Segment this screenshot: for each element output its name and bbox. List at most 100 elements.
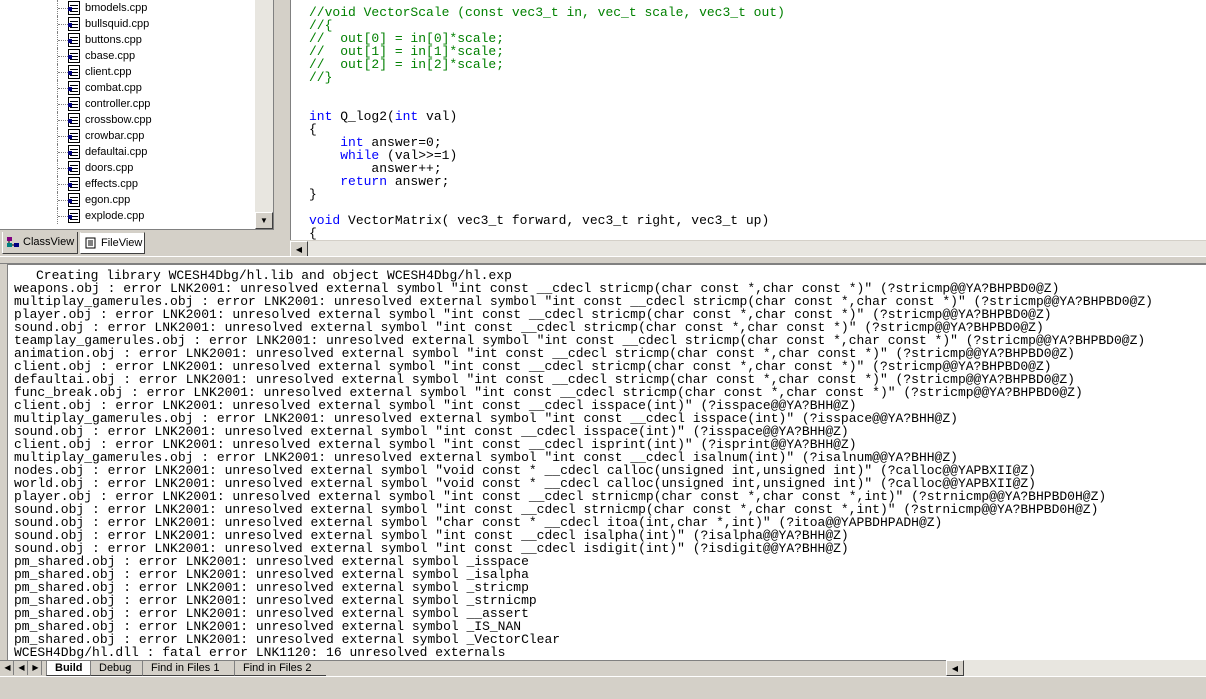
tree-line xyxy=(58,88,68,89)
code-line: { xyxy=(309,227,785,240)
file-name: crossbow.cpp xyxy=(85,114,152,126)
cpp-file-icon xyxy=(68,161,80,175)
file-name: combat.cpp xyxy=(85,82,142,94)
code-line: // out[2] = in[2]*scale; xyxy=(309,58,785,71)
cpp-file-icon xyxy=(68,17,80,31)
output-scroll-left-icon[interactable]: ◀ xyxy=(946,660,964,676)
output-horizontal-scrollbar[interactable]: ◀ xyxy=(946,660,1206,676)
status-bar xyxy=(0,676,1206,699)
code-token: val) xyxy=(418,109,458,124)
file-name: effects.cpp xyxy=(85,178,138,190)
file-tree-item[interactable]: cbase.cpp xyxy=(0,48,255,64)
editor-horizontal-scrollbar[interactable]: ◀ xyxy=(290,240,1206,257)
build-output-text: Creating library WCESH4Dbg/hl.lib and ob… xyxy=(14,269,1153,659)
file-name: buttons.cpp xyxy=(85,34,142,46)
cpp-file-icon xyxy=(68,33,80,47)
code-keyword: return xyxy=(340,174,388,189)
tree-line xyxy=(58,24,68,25)
file-tree-item[interactable]: combat.cpp xyxy=(0,80,255,96)
cpp-file-icon xyxy=(68,209,80,223)
code-token: VectorMatrix( vec3_t forward, vec3_t rig… xyxy=(340,213,770,228)
tree-line xyxy=(58,152,68,153)
fileview-icon xyxy=(85,237,96,249)
cpp-file-icon xyxy=(68,97,80,111)
code-line: } xyxy=(309,188,785,201)
file-tree-item[interactable]: crossbow.cpp xyxy=(0,112,255,128)
file-tree-item[interactable]: egon.cpp xyxy=(0,192,255,208)
code-keyword: int xyxy=(394,109,419,124)
code-comment: // out[2] = in[2]*scale; xyxy=(309,57,505,72)
file-name: bullsquid.cpp xyxy=(85,18,150,30)
code-line: //void VectorScale (const vec3_t in, vec… xyxy=(309,6,785,19)
code-editor[interactable]: //void VectorScale (const vec3_t in, vec… xyxy=(290,0,1206,240)
tree-line xyxy=(58,184,68,185)
file-tree-item[interactable]: buttons.cpp xyxy=(0,32,255,48)
code-token: Q_log2( xyxy=(332,109,395,124)
file-name: cbase.cpp xyxy=(85,50,136,62)
scroll-left-icon[interactable]: ◀ xyxy=(290,241,308,257)
pane-splitter[interactable] xyxy=(0,256,1206,264)
code-line: void VectorMatrix( vec3_t forward, vec3_… xyxy=(309,214,785,227)
tree-line xyxy=(58,104,68,105)
code-token: } xyxy=(309,187,317,202)
workspace-tabs: ClassView FileView xyxy=(0,231,282,256)
cpp-file-icon xyxy=(68,113,80,127)
file-tree-item[interactable]: controller.cpp xyxy=(0,96,255,112)
cpp-file-icon xyxy=(68,129,80,143)
cpp-file-icon xyxy=(68,81,80,95)
code-text: //void VectorScale (const vec3_t in, vec… xyxy=(309,6,785,240)
tab-fileview[interactable]: FileView xyxy=(80,232,145,254)
workspace-pane: bmodels.cpp bullsquid.cpp buttons.cpp cbase… xyxy=(0,0,282,256)
cpp-file-icon xyxy=(68,1,80,15)
tree-line xyxy=(58,72,68,73)
tab-scroll-left-icon[interactable]: ◀ xyxy=(16,661,28,675)
file-name: bmodels.cpp xyxy=(85,2,148,14)
output-window[interactable]: Creating library WCESH4Dbg/hl.lib and ob… xyxy=(0,264,1206,660)
tab-find-in-files-1[interactable]: Find in Files 1 xyxy=(142,661,234,676)
file-tree-item[interactable]: explode.cpp xyxy=(0,208,255,224)
classview-icon xyxy=(7,237,19,247)
file-name: controller.cpp xyxy=(85,98,151,110)
file-name: explode.cpp xyxy=(85,210,145,222)
tab-scroll-first-icon[interactable]: ◀ xyxy=(2,661,14,675)
tree-line xyxy=(58,216,68,217)
file-tree-item[interactable]: defaultai.cpp xyxy=(0,144,255,160)
tab-find-in-files-2[interactable]: Find in Files 2 xyxy=(234,661,326,676)
file-name: defaultai.cpp xyxy=(85,146,148,158)
file-name: client.cpp xyxy=(85,66,132,78)
cpp-file-icon xyxy=(68,145,80,159)
file-tree-item[interactable]: crowbar.cpp xyxy=(0,128,255,144)
output-dock-grip[interactable] xyxy=(0,264,8,660)
tree-line xyxy=(58,40,68,41)
code-line: int Q_log2(int val) xyxy=(309,110,785,123)
cpp-file-icon xyxy=(68,65,80,79)
code-token: answer; xyxy=(387,174,450,189)
tab-build[interactable]: Build xyxy=(46,661,90,676)
code-token: { xyxy=(309,226,317,240)
code-comment: //} xyxy=(309,70,333,85)
output-line: WCESH4Dbg/hl.dll : fatal error LNK1120: … xyxy=(14,645,506,660)
file-tree-item[interactable]: doors.cpp xyxy=(0,160,255,176)
tree-line xyxy=(58,56,68,57)
tab-classview-label: ClassView xyxy=(23,236,75,248)
cpp-file-icon xyxy=(68,49,80,63)
tab-scroll-right-icon[interactable]: ▶ xyxy=(30,661,42,675)
file-tree[interactable]: bmodels.cpp bullsquid.cpp buttons.cpp cbase… xyxy=(0,0,274,230)
tree-line xyxy=(58,200,68,201)
tree-line xyxy=(58,136,68,137)
scroll-down-icon[interactable]: ▼ xyxy=(255,212,273,229)
tree-line xyxy=(58,8,68,9)
file-tree-item[interactable]: bullsquid.cpp xyxy=(0,16,255,32)
tab-debug[interactable]: Debug xyxy=(90,661,142,676)
cpp-file-icon xyxy=(68,177,80,191)
file-tree-item[interactable]: bmodels.cpp xyxy=(0,0,255,16)
tree-vertical-scrollbar[interactable]: ▼ xyxy=(255,0,273,229)
file-name: crowbar.cpp xyxy=(85,130,145,142)
tab-classview[interactable]: ClassView xyxy=(2,232,78,254)
file-tree-item[interactable]: client.cpp xyxy=(0,64,255,80)
code-line: return answer; xyxy=(309,175,785,188)
cpp-file-icon xyxy=(68,193,80,207)
file-tree-item[interactable]: effects.cpp xyxy=(0,176,255,192)
tab-fileview-label: FileView xyxy=(101,237,143,249)
